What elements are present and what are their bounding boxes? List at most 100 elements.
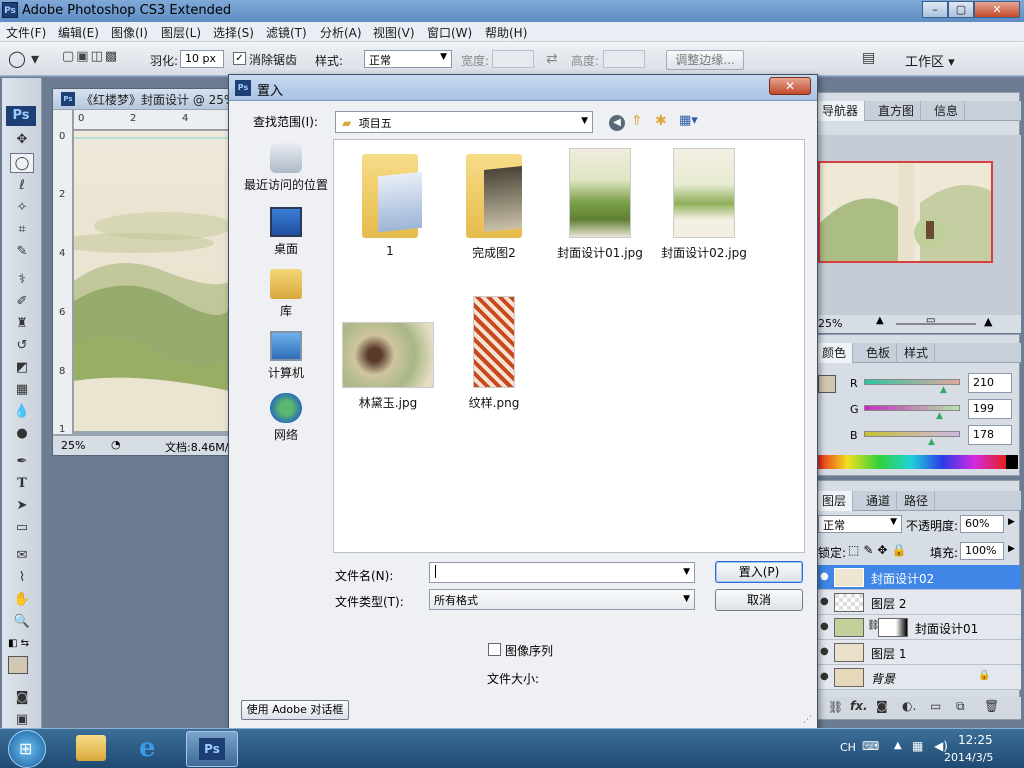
image-sequence-checkbox[interactable]	[488, 643, 501, 656]
color-spectrum-bar[interactable]	[816, 455, 1006, 469]
brush-tool-icon[interactable]: ✐	[10, 292, 34, 312]
black-swatch[interactable]	[1006, 455, 1018, 469]
cancel-button[interactable]: 取消	[715, 589, 803, 611]
place-recent[interactable]: 最近访问的位置	[237, 143, 335, 193]
menu-analysis[interactable]: 分析(A)	[320, 24, 362, 41]
dialog-close-button[interactable]: ✕	[769, 77, 811, 95]
tab-histogram[interactable]: 直方图	[872, 101, 922, 121]
tab-styles[interactable]: 样式	[898, 343, 936, 363]
healing-brush-icon[interactable]: ⚕	[10, 270, 34, 290]
gradient-tool-icon[interactable]: ▦	[10, 380, 34, 400]
width-input[interactable]	[492, 50, 534, 68]
file-item-image[interactable]: 林黛玉.jpg	[336, 322, 440, 411]
filename-input[interactable]: ▼	[429, 562, 695, 583]
menu-select[interactable]: 选择(S)	[213, 24, 254, 41]
network-tray-icon[interactable]: ▦	[912, 739, 923, 753]
style-select[interactable]: 正常 ▼	[364, 50, 452, 68]
minimize-button[interactable]: –	[922, 1, 948, 18]
navigator-zoom-slider[interactable]	[896, 323, 976, 325]
blue-value-input[interactable]: 178	[968, 425, 1012, 445]
clock-time[interactable]: 12:25	[958, 733, 993, 747]
place-desktop[interactable]: 桌面	[237, 207, 335, 257]
menu-help[interactable]: 帮助(H)	[485, 24, 527, 41]
place-network[interactable]: 网络	[237, 393, 335, 443]
keyboard-icon[interactable]: ⌨	[862, 739, 879, 753]
tab-channels[interactable]: 通道	[860, 491, 898, 511]
fx-icon[interactable]: fx.	[850, 699, 868, 713]
color-swatch[interactable]	[818, 375, 836, 393]
use-adobe-dialog-button[interactable]: 使用 Adobe 对话框	[241, 700, 349, 720]
windows-start-button[interactable]: ⊞	[8, 730, 46, 768]
zoom-out-icon[interactable]: ▲	[876, 315, 884, 326]
clock-date[interactable]: 2014/3/5	[944, 751, 993, 764]
file-item-folder[interactable]: 1	[338, 148, 442, 258]
status-menu-icon[interactable]: ◔	[111, 438, 121, 451]
menu-image[interactable]: 图像(I)	[111, 24, 148, 41]
layer-mask-thumbnail[interactable]	[878, 618, 908, 637]
folder-icon[interactable]: ▭	[930, 699, 941, 713]
layer-row[interactable]: ● 图层 1	[816, 640, 1021, 665]
navigator-zoom-value[interactable]: 25%	[818, 317, 842, 330]
fill-arrow-icon[interactable]: ▶	[1008, 544, 1015, 554]
place-computer[interactable]: 计算机	[237, 331, 335, 381]
opacity-arrow-icon[interactable]: ▶	[1008, 517, 1015, 527]
opacity-input[interactable]: 60%	[960, 515, 1004, 533]
menu-file[interactable]: 文件(F)	[6, 24, 46, 41]
taskbar-explorer[interactable]	[66, 731, 116, 767]
elliptical-marquee-icon[interactable]: ◯ ▾	[8, 49, 48, 69]
adjustment-icon[interactable]: ◐.	[902, 699, 916, 713]
eyedropper-icon[interactable]: ⌇	[10, 568, 34, 588]
selection-mode-icons[interactable]: ▢▣◫▩	[62, 49, 132, 69]
document-canvas[interactable]	[74, 131, 230, 431]
magic-wand-icon[interactable]: ✧	[10, 198, 34, 218]
taskbar-photoshop[interactable]: Ps	[186, 731, 238, 767]
stamp-tool-icon[interactable]: ♜	[10, 314, 34, 334]
new-layer-icon[interactable]: ⧉	[956, 699, 965, 714]
lock-icons[interactable]: ⬚✎✥🔒	[848, 543, 910, 557]
shape-tool-icon[interactable]: ▭	[10, 518, 34, 538]
history-brush-icon[interactable]: ↺	[10, 336, 34, 356]
file-item-image[interactable]: 封面设计01.jpg	[548, 148, 652, 261]
move-tool-icon[interactable]: ✥	[10, 130, 34, 150]
tab-navigator[interactable]: 导航器	[816, 101, 866, 121]
menu-filter[interactable]: 滤镜(T)	[266, 24, 307, 41]
place-button[interactable]: 置入(P)	[715, 561, 803, 583]
layer-row[interactable]: ● 图层 2	[816, 590, 1021, 615]
blur-tool-icon[interactable]: 💧	[10, 402, 34, 422]
menu-layer[interactable]: 图层(L)	[161, 24, 201, 41]
file-item-folder[interactable]: 完成图2	[442, 148, 546, 261]
filetype-select[interactable]: 所有格式 ▼	[429, 589, 695, 610]
taskbar-ie[interactable]: e	[126, 731, 176, 767]
pen-tool-icon[interactable]: ✒	[10, 452, 34, 472]
red-slider-handle-icon[interactable]: ▲	[940, 385, 947, 395]
layer-row[interactable]: ● 封面设计02	[816, 565, 1021, 590]
tab-swatches[interactable]: 色板	[860, 343, 898, 363]
mask-icon[interactable]: ◙	[876, 699, 888, 713]
height-input[interactable]	[603, 50, 645, 68]
zoom-slider-handle-icon[interactable]: ▭	[926, 315, 935, 326]
layer-row[interactable]: ● ⛓ 封面设计01	[816, 615, 1021, 640]
lasso-tool-icon[interactable]: ℓ	[10, 176, 34, 196]
screen-mode-icon[interactable]: ▣	[10, 710, 34, 730]
menu-edit[interactable]: 编辑(E)	[58, 24, 99, 41]
zoom-in-icon[interactable]: ▲	[984, 315, 992, 328]
tab-color[interactable]: 颜色	[816, 343, 854, 363]
quick-mask-icon[interactable]: ◙	[10, 688, 34, 708]
file-item-image[interactable]: 封面设计02.jpg	[652, 148, 756, 261]
notes-tool-icon[interactable]: ✉	[10, 546, 34, 566]
green-slider[interactable]	[864, 405, 960, 411]
look-in-select[interactable]: ▰ 项目五 ▼	[335, 111, 593, 133]
default-colors-icon[interactable]: ◧ ⇆	[8, 638, 29, 649]
menu-view[interactable]: 视图(V)	[373, 24, 415, 41]
tab-info[interactable]: 信息	[928, 101, 966, 121]
up-folder-icon[interactable]: ⇑	[631, 113, 643, 129]
eraser-tool-icon[interactable]: ◩	[10, 358, 34, 378]
visibility-eye-icon[interactable]: ●	[820, 671, 832, 683]
visibility-eye-icon[interactable]: ●	[820, 621, 832, 633]
navigator-preview[interactable]	[818, 161, 993, 263]
zoom-level[interactable]: 25%	[61, 439, 85, 452]
show-hidden-icons-icon[interactable]: ▲	[894, 740, 902, 751]
antialias-checkbox[interactable]: ✓	[233, 52, 246, 65]
hand-tool-icon[interactable]: ✋	[10, 590, 34, 610]
trash-icon[interactable]: 🗑	[984, 699, 999, 713]
